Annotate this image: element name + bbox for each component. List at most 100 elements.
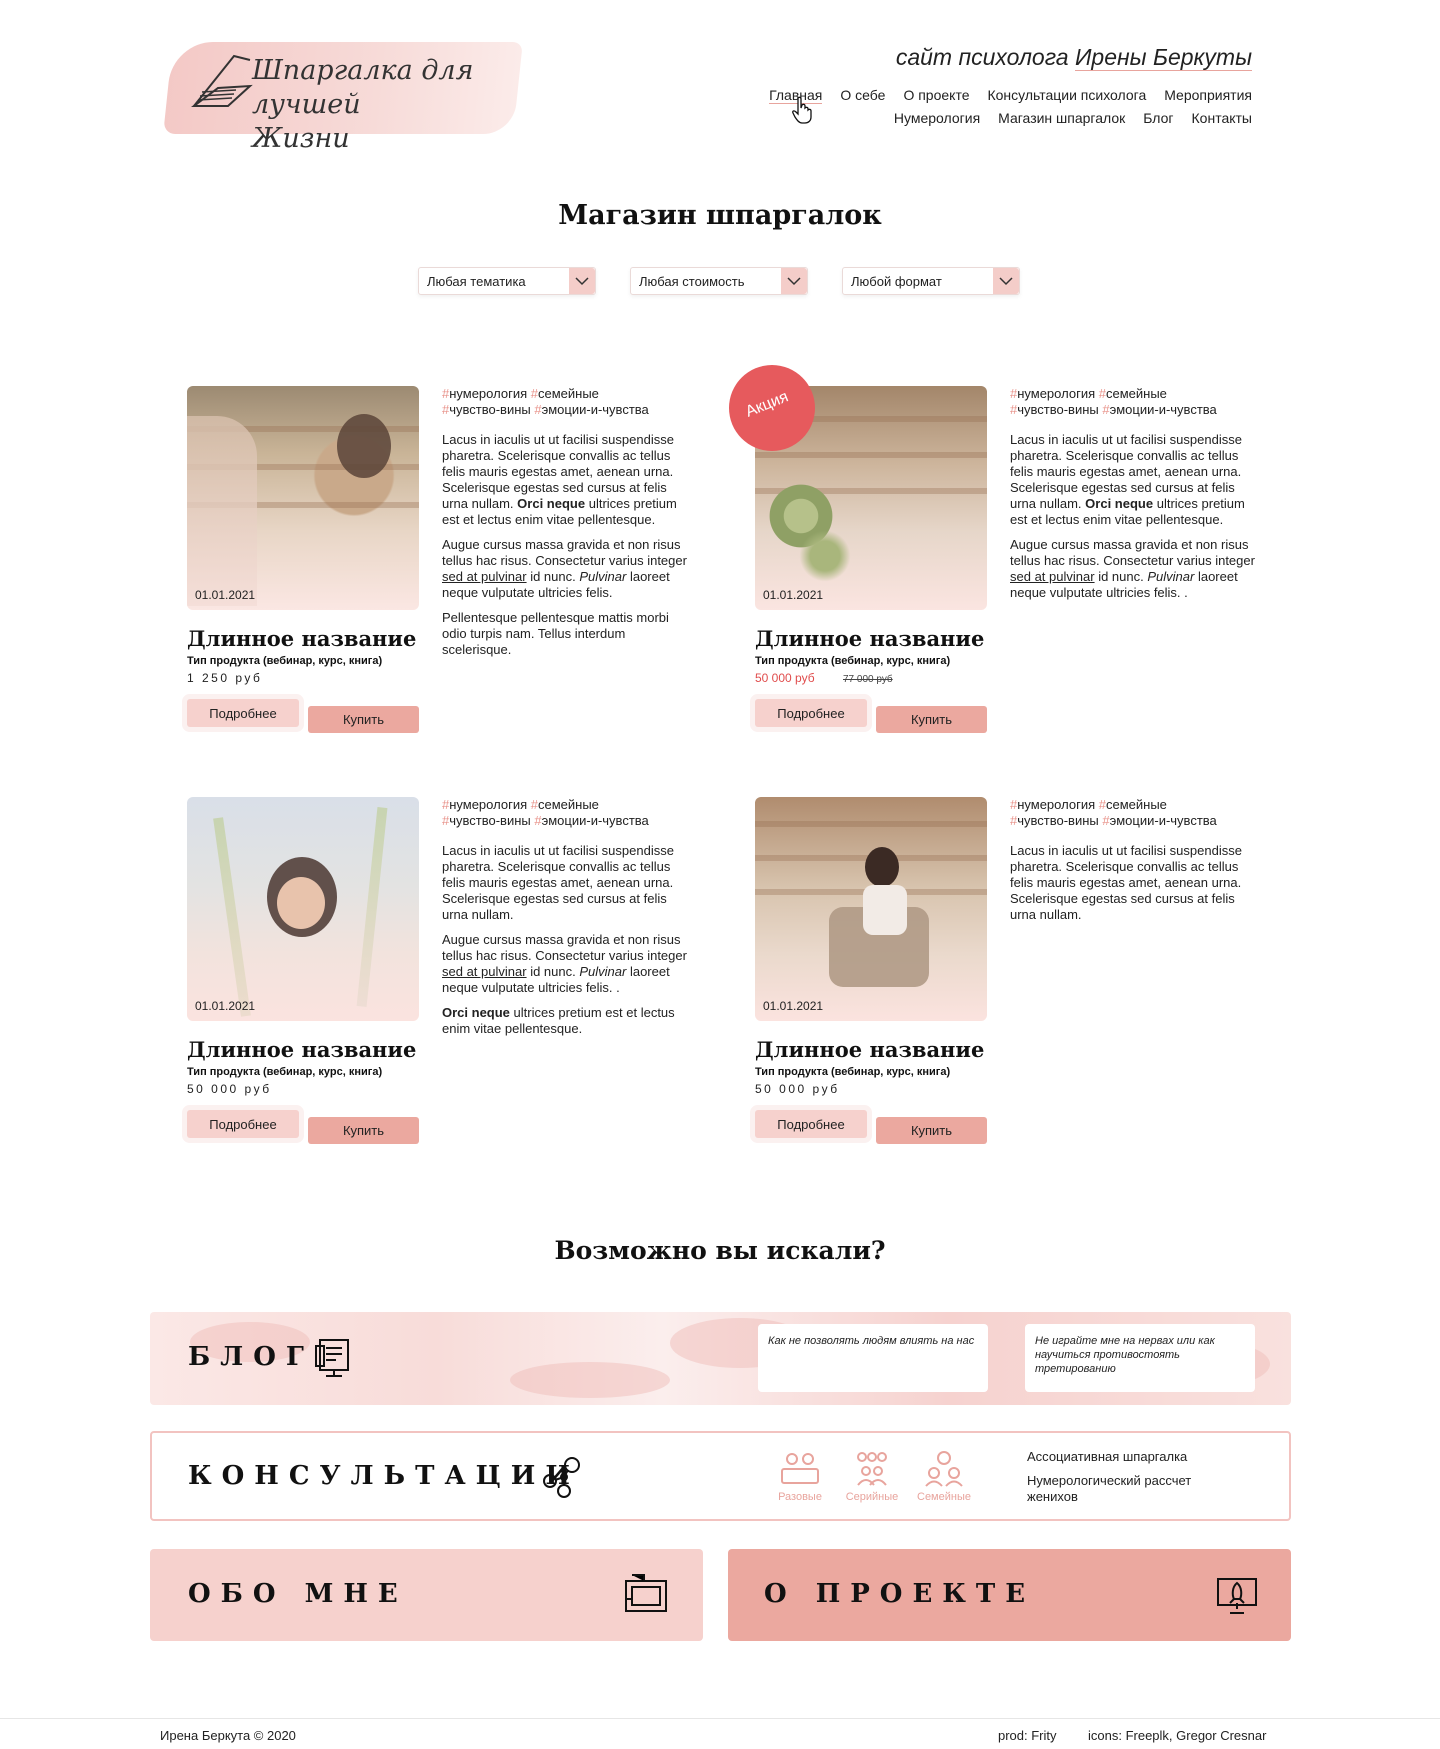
tag-link[interactable]: #семейные [1099, 797, 1167, 812]
tag-link[interactable]: #нумерология [1010, 386, 1095, 401]
product-type: Тип продукта (вебинар, курс, книга) [755, 655, 951, 667]
nav-item-shop[interactable]: Магазин шпаргалок [998, 110, 1125, 126]
product-date: 01.01.2021 [763, 588, 824, 602]
filter-format-value: Любой формат [851, 274, 942, 289]
buy-button[interactable]: Купить [308, 706, 419, 733]
nav-item-events[interactable]: Мероприятия [1164, 87, 1252, 103]
product-title[interactable]: Длинное название [755, 626, 984, 651]
document-icon [315, 1339, 349, 1377]
blog-label: БЛОГ [188, 1342, 314, 1372]
product-date: 01.01.2021 [763, 999, 824, 1013]
footer-copyright: Ирена Беркута © 2020 [160, 1728, 296, 1743]
description-paragraph: Lacus in iaculis ut ut facilisi suspendi… [442, 432, 677, 527]
site-logo[interactable]: Шпаргалка для лучшей Жизни [163, 34, 523, 154]
tag-link[interactable]: #эмоции-и-чувства [1102, 813, 1216, 828]
logo-line-1: Шпаргалка для лучшей [252, 55, 474, 120]
product-image[interactable]: 01.01.2021 [187, 386, 419, 610]
buy-button[interactable]: Купить [308, 1117, 419, 1144]
product-type: Тип продукта (вебинар, курс, книга) [187, 1066, 383, 1078]
chevron-down-icon [781, 268, 807, 294]
page-title: Магазин шпаргалок [558, 200, 882, 231]
nav-item-blog[interactable]: Блог [1143, 110, 1173, 126]
inline-link[interactable]: sed at pulvinar [442, 569, 527, 584]
tag-link[interactable]: #чувство-вины [442, 813, 531, 828]
tag-link[interactable]: #эмоции-и-чувства [534, 402, 648, 417]
nav-item-about[interactable]: О себе [840, 87, 885, 103]
rocket-icon [1217, 1578, 1257, 1614]
product-image[interactable]: 01.01.2021 [755, 797, 987, 1021]
product-card: 01.01.2021 Длинное название Тип продукта… [187, 797, 717, 1167]
details-button[interactable]: Подробнее [187, 1110, 299, 1138]
sale-badge: Акция [729, 365, 815, 451]
description-paragraph: Pellentesque pellentesque mattis morbi o… [442, 610, 669, 657]
inline-link[interactable]: sed at pulvinar [1010, 569, 1095, 584]
product-card: 01.01.2021 Длинное название Тип продукта… [187, 386, 717, 756]
tag-link[interactable]: #эмоции-и-чувства [534, 813, 648, 828]
product-price: 50 000 руб [755, 1082, 840, 1096]
blog-panel[interactable]: БЛОГ Как не позволять людям влиять на на… [150, 1312, 1291, 1405]
product-old-price: 77 000 руб [843, 674, 893, 685]
consultation-type-family[interactable]: Семейные [908, 1451, 980, 1503]
tag-link[interactable]: #нумерология [442, 797, 527, 812]
logo-line-2: Жизни [252, 123, 350, 154]
product-title[interactable]: Длинное название [187, 626, 416, 651]
consult-link-numerology[interactable]: Нумерологический рассчет женихов [1027, 1473, 1227, 1505]
consultation-type-series[interactable]: Серийные [836, 1451, 908, 1503]
chevron-down-icon [569, 268, 595, 294]
details-button[interactable]: Подробнее [755, 1110, 867, 1138]
description-paragraph: Augue cursus massa gravida et non risus … [1010, 537, 1255, 600]
about-project-panel[interactable]: О ПРОЕКТЕ [728, 1549, 1291, 1641]
product-tags: #нумерология #семейные #чувство-вины #эм… [442, 797, 690, 829]
nav-item-project[interactable]: О проекте [903, 87, 969, 103]
tag-link[interactable]: #чувство-вины [1010, 402, 1099, 417]
about-me-panel[interactable]: ОБО МНЕ [150, 1549, 703, 1641]
filter-price-select[interactable]: Любая стоимость [630, 267, 808, 295]
buy-button[interactable]: Купить [876, 706, 987, 733]
nav-item-numerology[interactable]: Нумерология [894, 110, 980, 126]
consult-link-associative[interactable]: Ассоциативная шпаргалка [1027, 1449, 1187, 1465]
blog-post-card[interactable]: Не играйте мне на нервах или как научить… [1025, 1324, 1255, 1392]
details-button[interactable]: Подробнее [187, 699, 299, 727]
buy-button[interactable]: Купить [876, 1117, 987, 1144]
about-me-label: ОБО МНЕ [188, 1579, 408, 1609]
product-sale-price: 50 000 руб [755, 671, 815, 685]
product-title[interactable]: Длинное название [187, 1037, 416, 1062]
filter-topic-select[interactable]: Любая тематика [418, 267, 596, 295]
filter-topic-value: Любая тематика [427, 274, 526, 289]
description-paragraph: Augue cursus massa gravida et non risus … [442, 932, 687, 995]
filter-format-select[interactable]: Любой формат [842, 267, 1020, 295]
consultations-panel[interactable]: КОНСУЛЬТАЦИИ Разовые Серийные Семейные А… [150, 1431, 1291, 1521]
consultations-label: КОНСУЛЬТАЦИИ [188, 1461, 580, 1491]
tag-link[interactable]: #семейные [531, 386, 599, 401]
tagline-prefix: сайт психолога [895, 44, 1069, 70]
footer-prod: prod: Frity [998, 1728, 1057, 1743]
product-type: Тип продукта (вебинар, курс, книга) [187, 655, 383, 667]
tag-link[interactable]: #семейные [531, 797, 599, 812]
main-nav-row-2: Нумерология Магазин шпаргалок Блог Контакты [876, 110, 1252, 126]
tagline-name: Ирены Беркуты [1074, 44, 1252, 71]
consultation-type-single[interactable]: Разовые [764, 1451, 836, 1503]
product-price: 1 250 руб [187, 671, 263, 685]
product-tags: #нумерология #семейные #чувство-вины #эм… [1010, 797, 1258, 829]
about-project-label: О ПРОЕКТЕ [764, 1579, 1036, 1609]
nav-item-consultations[interactable]: Консультации психолога [987, 87, 1146, 103]
nav-item-contacts[interactable]: Контакты [1192, 110, 1252, 126]
tag-link[interactable]: #семейные [1099, 386, 1167, 401]
product-description: #нумерология #семейные #чувство-вины #эм… [1010, 386, 1258, 610]
description-paragraph: Augue cursus massa gravida et non risus … [442, 537, 687, 600]
product-date: 01.01.2021 [195, 588, 256, 602]
chevron-down-icon [993, 268, 1019, 294]
product-image[interactable]: 01.01.2021 [187, 797, 419, 1021]
details-button[interactable]: Подробнее [755, 699, 867, 727]
description-paragraph: Lacus in iaculis ut ut facilisi suspendi… [1010, 843, 1242, 922]
tag-link[interactable]: #эмоции-и-чувства [1102, 402, 1216, 417]
network-icon [543, 1457, 580, 1498]
description-paragraph: Orci neque ultrices pretium est et lectu… [442, 1005, 675, 1036]
blog-post-card[interactable]: Как не позволять людям влиять на нас [758, 1324, 988, 1392]
inline-link[interactable]: sed at pulvinar [442, 964, 527, 979]
tag-link[interactable]: #чувство-вины [1010, 813, 1099, 828]
tag-link[interactable]: #нумерология [1010, 797, 1095, 812]
tag-link[interactable]: #нумерология [442, 386, 527, 401]
product-title[interactable]: Длинное название [755, 1037, 984, 1062]
tag-link[interactable]: #чувство-вины [442, 402, 531, 417]
